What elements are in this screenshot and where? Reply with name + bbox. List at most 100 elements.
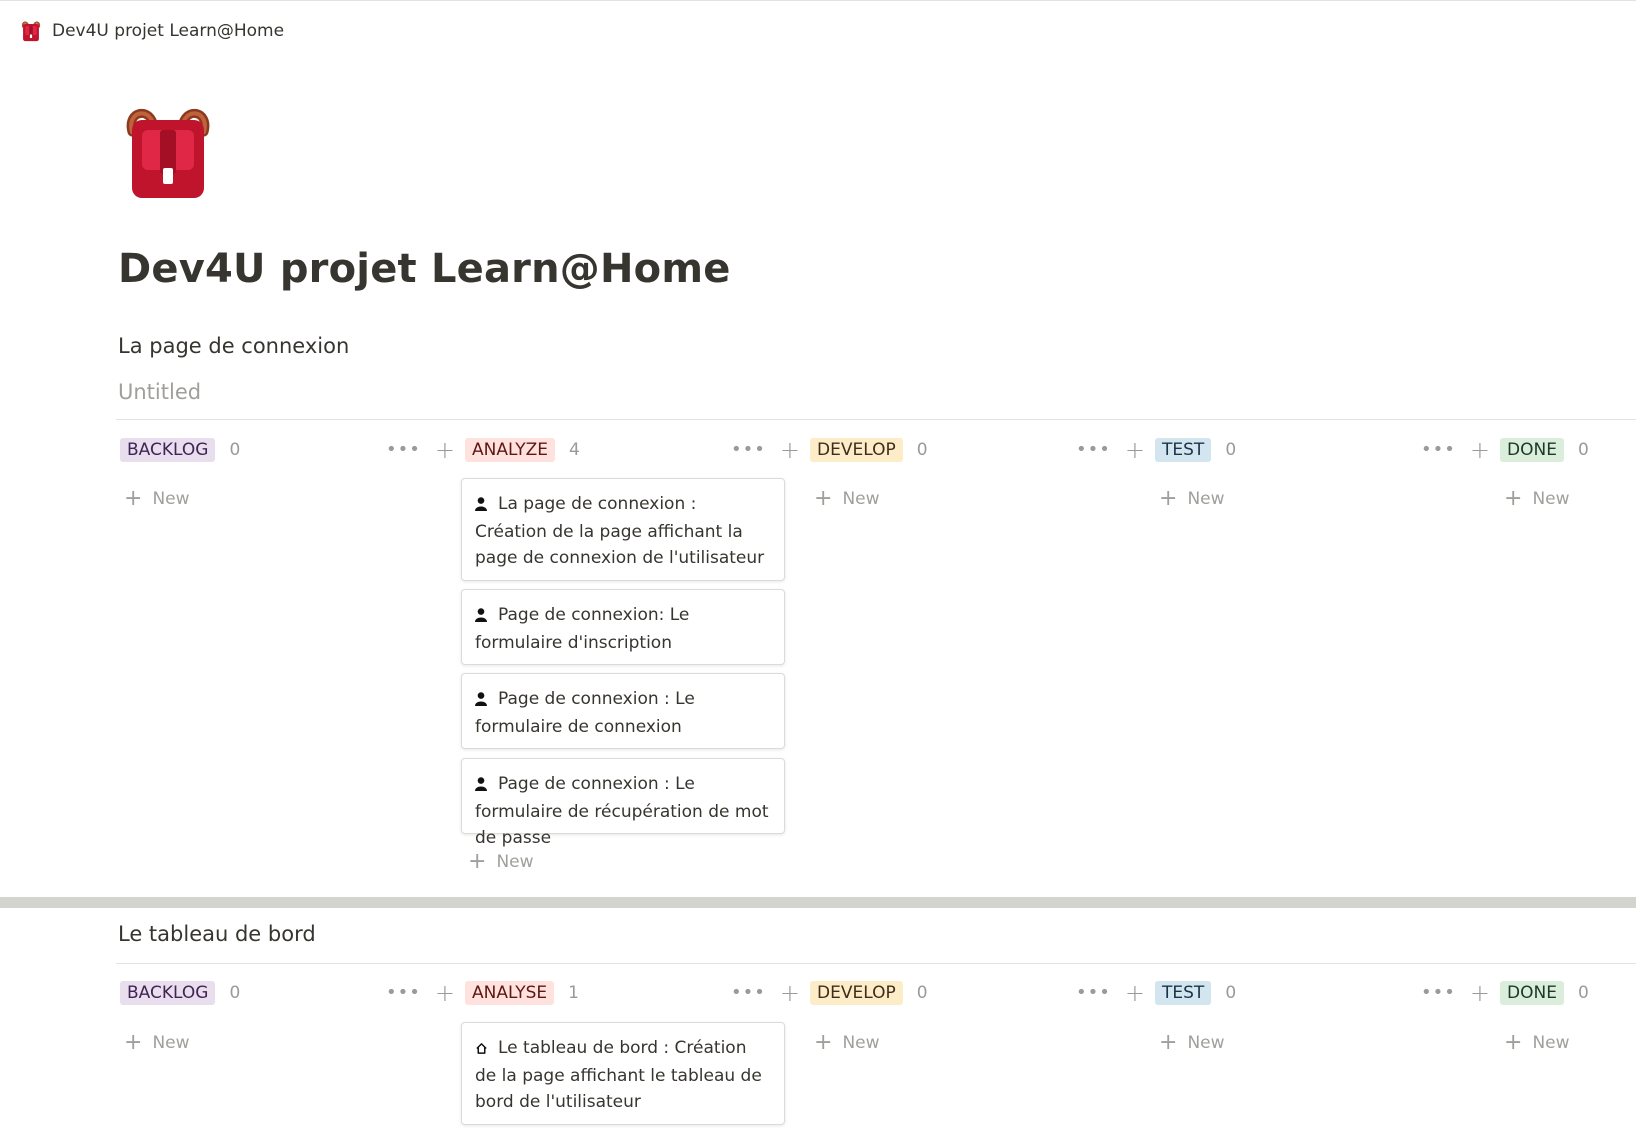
board-title[interactable]: Le tableau de bord bbox=[118, 922, 316, 946]
person-icon bbox=[475, 493, 489, 519]
plus-icon: + bbox=[814, 486, 833, 511]
more-icon[interactable]: ••• bbox=[731, 441, 766, 459]
more-icon[interactable]: ••• bbox=[731, 984, 766, 1002]
plus-icon: + bbox=[468, 849, 487, 874]
home-icon bbox=[475, 1037, 489, 1063]
add-icon[interactable]: + bbox=[435, 438, 455, 462]
column-count: 0 bbox=[1225, 440, 1237, 460]
new-label: New bbox=[496, 852, 534, 872]
new-label: New bbox=[1532, 1033, 1570, 1053]
card-text: La page de connexion : Création de la pa… bbox=[475, 494, 765, 568]
new-label: New bbox=[1532, 489, 1570, 509]
status-badge[interactable]: DONE bbox=[1500, 981, 1564, 1005]
plus-icon: + bbox=[124, 1030, 143, 1055]
column-header-analyse: ANALYSE 1 bbox=[465, 979, 579, 1007]
more-icon[interactable]: ••• bbox=[1076, 984, 1111, 1002]
section-divider bbox=[0, 897, 1636, 908]
plus-icon: + bbox=[1159, 486, 1178, 511]
card-text: Page de connexion : Le formulaire de con… bbox=[475, 689, 695, 737]
status-badge[interactable]: ANALYZE bbox=[465, 438, 555, 462]
new-card-button[interactable]: + New bbox=[1504, 488, 1570, 510]
board-title[interactable]: La page de connexion bbox=[118, 334, 349, 358]
add-icon[interactable]: + bbox=[1125, 438, 1145, 462]
column-header-backlog: BACKLOG 0 bbox=[120, 436, 240, 464]
breadcrumb-label: Dev4U projet Learn@Home bbox=[52, 21, 285, 41]
add-icon[interactable]: + bbox=[1470, 438, 1490, 462]
column-header-done: DONE 0 bbox=[1500, 979, 1589, 1007]
column-count: 0 bbox=[916, 440, 928, 460]
column-actions: ••• + bbox=[731, 979, 800, 1007]
column-header-done: DONE 0 bbox=[1500, 436, 1589, 464]
person-icon bbox=[475, 773, 489, 799]
column-actions: ••• + bbox=[731, 436, 800, 464]
breadcrumb[interactable]: Dev4U projet Learn@Home bbox=[20, 18, 284, 44]
kanban-card[interactable]: Page de connexion : Le formulaire de con… bbox=[461, 673, 785, 749]
more-icon[interactable]: ••• bbox=[386, 441, 421, 459]
column-count: 4 bbox=[568, 440, 580, 460]
plus-icon: + bbox=[1504, 486, 1523, 511]
backpack-icon bbox=[20, 20, 42, 42]
status-badge[interactable]: DONE bbox=[1500, 438, 1564, 462]
column-actions: ••• + bbox=[1421, 979, 1490, 1007]
new-card-button[interactable]: + New bbox=[1159, 1032, 1225, 1054]
kanban-card[interactable]: Page de connexion: Le formulaire d'inscr… bbox=[461, 589, 785, 665]
column-header-develop: DEVELOP 0 bbox=[810, 436, 928, 464]
column-header-develop: DEVELOP 0 bbox=[810, 979, 928, 1007]
column-actions: ••• + bbox=[386, 979, 455, 1007]
person-icon bbox=[475, 604, 489, 630]
column-count: 0 bbox=[916, 983, 928, 1003]
column-actions: ••• + bbox=[1076, 436, 1145, 464]
add-icon[interactable]: + bbox=[1125, 981, 1145, 1005]
kanban-card[interactable]: La page de connexion : Création de la pa… bbox=[461, 478, 785, 581]
column-count: 0 bbox=[1577, 983, 1589, 1003]
column-count: 0 bbox=[229, 983, 241, 1003]
new-card-button[interactable]: + New bbox=[468, 851, 534, 873]
person-icon bbox=[475, 688, 489, 714]
new-card-button[interactable]: + New bbox=[814, 488, 880, 510]
column-count: 0 bbox=[1225, 983, 1237, 1003]
new-card-button[interactable]: + New bbox=[814, 1032, 880, 1054]
status-badge[interactable]: BACKLOG bbox=[120, 438, 216, 462]
new-label: New bbox=[1187, 489, 1225, 509]
card-text: Page de connexion: Le formulaire d'inscr… bbox=[475, 605, 690, 653]
board-divider bbox=[116, 963, 1636, 964]
new-card-button[interactable]: + New bbox=[124, 488, 190, 510]
board-divider bbox=[116, 419, 1636, 420]
add-icon[interactable]: + bbox=[1470, 981, 1490, 1005]
new-label: New bbox=[152, 1033, 190, 1053]
new-label: New bbox=[842, 489, 880, 509]
column-actions: ••• + bbox=[386, 436, 455, 464]
more-icon[interactable]: ••• bbox=[386, 984, 421, 1002]
status-badge[interactable]: DEVELOP bbox=[810, 438, 903, 462]
status-badge[interactable]: TEST bbox=[1155, 438, 1212, 462]
add-icon[interactable]: + bbox=[780, 438, 800, 462]
column-count: 0 bbox=[229, 440, 241, 460]
view-name[interactable]: Untitled bbox=[118, 380, 201, 404]
add-icon[interactable]: + bbox=[780, 981, 800, 1005]
column-count: 1 bbox=[568, 983, 579, 1003]
column-header-analyze: ANALYZE 4 bbox=[465, 436, 580, 464]
backpack-icon[interactable] bbox=[118, 100, 218, 204]
more-icon[interactable]: ••• bbox=[1421, 441, 1456, 459]
kanban-card[interactable]: Le tableau de bord : Création de la page… bbox=[461, 1022, 785, 1125]
card-text: Page de connexion : Le formulaire de réc… bbox=[475, 774, 769, 848]
card-text: Le tableau de bord : Création de la page… bbox=[475, 1038, 762, 1112]
new-label: New bbox=[842, 1033, 880, 1053]
top-border bbox=[0, 0, 1636, 1]
new-card-button[interactable]: + New bbox=[1504, 1032, 1570, 1054]
plus-icon: + bbox=[814, 1030, 833, 1055]
new-card-button[interactable]: + New bbox=[1159, 488, 1225, 510]
add-icon[interactable]: + bbox=[435, 981, 455, 1005]
new-card-button[interactable]: + New bbox=[124, 1032, 190, 1054]
column-header-test: TEST 0 bbox=[1155, 436, 1236, 464]
status-badge[interactable]: TEST bbox=[1155, 981, 1212, 1005]
more-icon[interactable]: ••• bbox=[1421, 984, 1456, 1002]
column-actions: ••• + bbox=[1076, 979, 1145, 1007]
more-icon[interactable]: ••• bbox=[1076, 441, 1111, 459]
column-actions: ••• + bbox=[1421, 436, 1490, 464]
status-badge[interactable]: ANALYSE bbox=[465, 981, 555, 1005]
status-badge[interactable]: BACKLOG bbox=[120, 981, 216, 1005]
page-title[interactable]: Dev4U projet Learn@Home bbox=[118, 246, 731, 292]
status-badge[interactable]: DEVELOP bbox=[810, 981, 903, 1005]
kanban-card[interactable]: Page de connexion : Le formulaire de réc… bbox=[461, 758, 785, 848]
